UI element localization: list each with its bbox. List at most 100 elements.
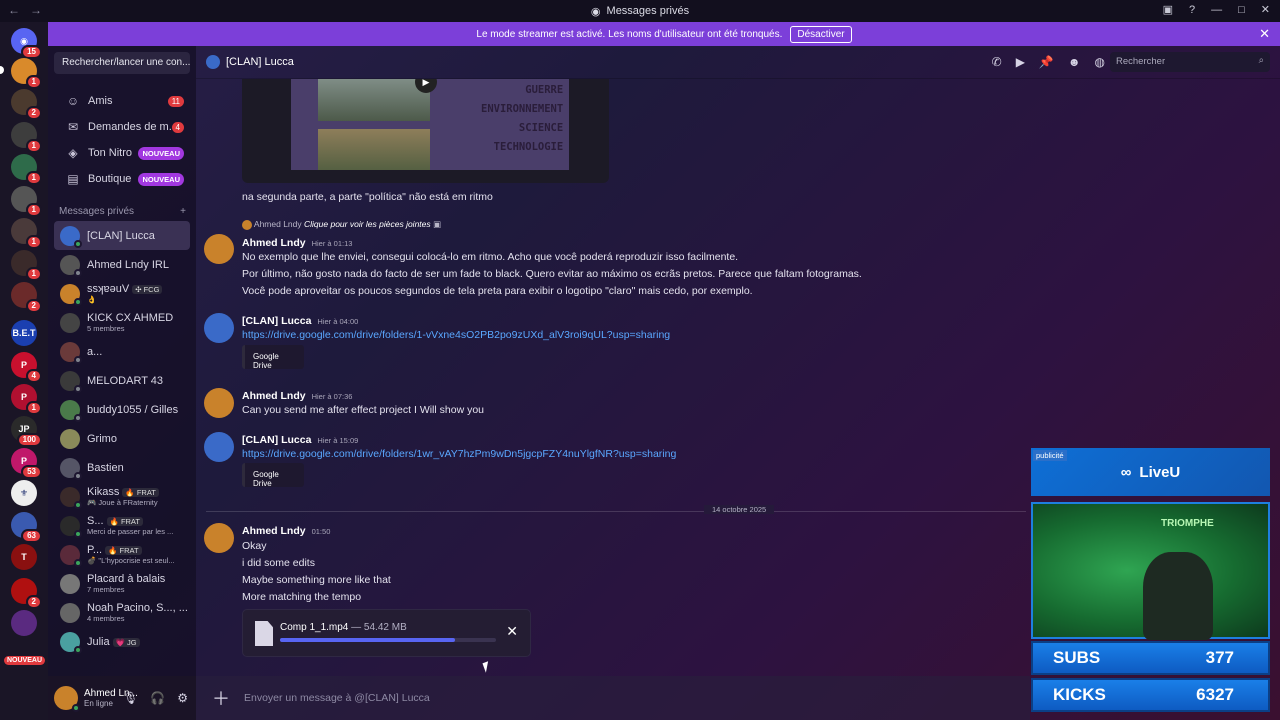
channel-avatar xyxy=(206,55,220,69)
headphones-icon[interactable]: 🎧 xyxy=(150,691,165,705)
message-author[interactable]: Ahmed Lndy xyxy=(242,237,306,249)
dm-name: Ahmed Lndy IRL xyxy=(87,258,169,271)
server-icon[interactable]: 1 xyxy=(11,58,42,89)
nav-nitro[interactable]: ◈ Ton Nitro NOUVEAU xyxy=(54,140,190,166)
server-icon[interactable]: B.E.T xyxy=(11,320,37,346)
dm-item[interactable]: Grimo xyxy=(54,424,190,453)
close-window-button[interactable]: ✕ xyxy=(1261,3,1270,16)
settings-gear-icon[interactable]: ⚙ xyxy=(177,691,188,705)
message-composer[interactable]: ＋ Envoyer un message à @[CLAN] Lucca xyxy=(196,676,1030,720)
badge: 15 xyxy=(21,45,42,59)
server-icon[interactable]: 2 xyxy=(11,89,42,120)
message-time: Hier à 15:09 xyxy=(317,436,359,445)
server-icon[interactable]: P1 xyxy=(11,384,42,415)
webcam-overlay: TRIOMPHE xyxy=(1031,502,1270,640)
video-call-icon[interactable]: ▶ xyxy=(1016,55,1025,69)
dm-item[interactable]: S... 🔥 FRAT Merci de passer par les ... xyxy=(54,511,190,540)
kicks-label: KICKS xyxy=(1053,685,1106,704)
link-embed[interactable]: Google Drive xyxy=(242,345,304,370)
dm-item[interactable]: P... 🔥 FRAT 💣 "L'hypocrisie est seul... xyxy=(54,540,190,569)
dm-item[interactable]: [CLAN] Lucca xyxy=(54,221,190,250)
drive-link[interactable]: https://drive.google.com/drive/folders/1… xyxy=(242,448,676,460)
server-icon[interactable]: P 53 xyxy=(11,448,42,479)
dm-item[interactable]: Bastien xyxy=(54,453,190,482)
server-icon[interactable]: 1 xyxy=(11,186,42,217)
server-icon[interactable]: 1 xyxy=(11,218,42,249)
date-divider-text: 14 octobre 2025 xyxy=(704,505,775,514)
dm-item[interactable]: Julia 💗 JG xyxy=(54,627,190,656)
dm-members: 5 membres xyxy=(87,324,125,333)
author-avatar[interactable] xyxy=(204,234,234,264)
server-icon[interactable]: 63 xyxy=(11,512,42,543)
drive-link[interactable]: https://drive.google.com/drive/folders/1… xyxy=(242,329,670,341)
dm-item[interactable]: MELODART 43 xyxy=(54,366,190,395)
message-list: ▶ GUERRE ENVIRONNEMENT SCIENCE TECHNOLOG… xyxy=(196,79,1030,676)
dm-item[interactable]: a... xyxy=(54,337,190,366)
forward-arrow-icon[interactable]: → xyxy=(30,3,42,17)
dm-item[interactable]: Placard à balais 7 membres xyxy=(54,569,190,598)
author-avatar[interactable] xyxy=(204,313,234,343)
reply-preview[interactable]: Ahmed Lndy Clique pour voir les pièces j… xyxy=(242,219,441,230)
inbox-icon[interactable]: ▣ xyxy=(1163,3,1173,16)
upload-size: — 54.42 MB xyxy=(351,622,407,633)
discord-logo-icon: ◉ xyxy=(590,5,601,18)
nav-friends[interactable]: ☺ Amis 11 xyxy=(54,88,190,114)
nav-message-requests[interactable]: ✉ Demandes de m... 4 xyxy=(54,114,190,140)
dm-item[interactable]: Kikass 🔥 FRAT 🎮 Joue à FRaternity xyxy=(54,482,190,511)
video-thumbnail[interactable]: ▶ GUERRE ENVIRONNEMENT SCIENCE TECHNOLOG… xyxy=(242,79,609,183)
server-icon[interactable]: P4 xyxy=(11,352,42,383)
dm-item[interactable]: ssʞɐǝuV ✣ FCG 👌 xyxy=(54,279,190,308)
author-avatar[interactable] xyxy=(204,388,234,418)
pinned-messages-icon[interactable]: 📌 xyxy=(1039,55,1054,69)
dm-item[interactable]: buddy1055 / Gilles xyxy=(54,395,190,424)
badge: 4 xyxy=(25,369,42,383)
message-author[interactable]: Ahmed Lndy xyxy=(242,390,306,402)
server-icon[interactable]: JP 100 xyxy=(11,416,42,447)
voice-call-icon[interactable]: ✆ xyxy=(992,55,1002,69)
help-icon[interactable]: ? xyxy=(1189,4,1195,16)
user-profile-icon[interactable]: ◍ xyxy=(1095,55,1105,69)
minimize-button[interactable]: — xyxy=(1211,4,1222,16)
server-icon[interactable]: 2 xyxy=(11,578,42,609)
message-text: Você pode aproveitar os poucos segundos … xyxy=(242,285,753,297)
dm-search-button[interactable]: Rechercher/lancer une con... xyxy=(54,52,190,74)
message-author[interactable]: [CLAN] Lucca xyxy=(242,315,311,327)
server-icon[interactable]: 2 xyxy=(11,282,42,313)
dm-sidebar: Rechercher/lancer une con... ☺ Amis 11 ✉ De… xyxy=(48,46,196,720)
author-avatar[interactable] xyxy=(204,432,234,462)
message-author[interactable]: Ahmed Lndy xyxy=(242,525,306,537)
add-friends-icon[interactable]: ☻ xyxy=(1068,55,1081,69)
server-icon[interactable] xyxy=(11,610,37,636)
user-avatar[interactable] xyxy=(54,686,80,712)
disable-streamer-button[interactable]: Désactiver xyxy=(790,25,852,43)
avatar xyxy=(60,602,80,623)
maximize-button[interactable]: □ xyxy=(1238,4,1245,16)
subs-label: SUBS xyxy=(1053,648,1101,667)
back-arrow-icon[interactable]: ← xyxy=(8,3,20,17)
microphone-icon[interactable]: 🎙 xyxy=(123,691,138,705)
avatar xyxy=(60,312,80,333)
link-embed[interactable]: Google Drive xyxy=(242,463,304,488)
server-icon[interactable]: 1 xyxy=(11,154,42,185)
title-bar: ← → ◉ Messages privés ▣? — □ ✕ xyxy=(0,0,1280,22)
server-icon[interactable]: ⚜ xyxy=(11,480,37,506)
author-avatar[interactable] xyxy=(204,523,234,553)
nav-shop[interactable]: ▤ Boutique NOUVEAU xyxy=(54,166,190,192)
server-icon[interactable]: 1 xyxy=(11,122,42,153)
server-icon[interactable]: T xyxy=(11,544,37,570)
nav-label: Boutique xyxy=(88,173,132,185)
dm-item[interactable]: KICK CX AHMED 5 membres xyxy=(54,308,190,337)
dm-item[interactable]: Noah Pacino, S..., ... 4 membres xyxy=(54,598,190,627)
home-button[interactable]: ◉ 15 xyxy=(11,28,42,59)
streamer-figure xyxy=(1143,552,1213,640)
server-icon[interactable]: 1 xyxy=(11,250,42,281)
file-icon xyxy=(255,621,273,646)
liveu-logo-icon: ∞ xyxy=(1120,463,1132,481)
channel-search-input[interactable]: Rechercher ⌕ xyxy=(1110,52,1270,72)
close-banner-icon[interactable]: ✕ xyxy=(1259,26,1270,42)
message-author[interactable]: [CLAN] Lucca xyxy=(242,434,311,446)
add-attachment-icon[interactable]: ＋ xyxy=(212,685,230,711)
dm-item[interactable]: Ahmed Lndy IRL xyxy=(54,250,190,279)
cancel-upload-icon[interactable]: ✕ xyxy=(506,623,518,640)
add-dm-icon[interactable]: + xyxy=(180,206,186,217)
